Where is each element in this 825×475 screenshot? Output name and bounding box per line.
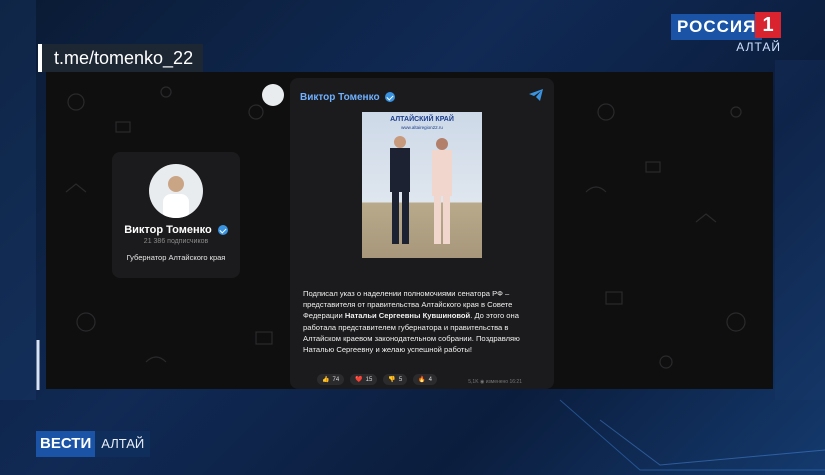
url-caption: t.me/tomenko_22: [38, 44, 204, 72]
eye-icon: ◉: [479, 379, 485, 385]
channel-name: РОССИЯ: [671, 14, 763, 40]
post-photo[interactable]: АЛТАЙСКИЙ КРАЙ www.altairegion22.ru: [362, 112, 482, 258]
edited-time: изменено 16:21: [485, 379, 522, 385]
reaction-bar: 👍 74 ❤️ 15 👎 5 🔥 4: [317, 374, 437, 385]
post-author[interactable]: Виктор Томенко: [300, 92, 396, 103]
reaction-count: 74: [332, 376, 340, 383]
telegram-share-icon[interactable]: [528, 88, 544, 102]
vesti-altai-logo: ВЕСТИ АЛТАЙ: [36, 431, 151, 457]
reaction-thumbs-up[interactable]: 👍 74: [317, 374, 345, 385]
post-text: Подписал указ о наделении полномочиями с…: [303, 288, 543, 355]
verified-icon: [385, 92, 396, 103]
thumbs-up-icon: 👍: [322, 377, 330, 383]
russia1-channel-logo: РОССИЯ 1 АЛТАЙ: [671, 12, 781, 54]
reaction-count: 5: [398, 376, 403, 383]
reaction-count: 4: [428, 376, 432, 383]
post-text-bold: Натальи Сергеевны Кувшиновой: [344, 311, 471, 321]
view-count: 5,1K: [468, 379, 479, 385]
profile-name: Виктор Томенко: [112, 224, 240, 236]
channel-profile-card[interactable]: Виктор Томенко 21 386 подписчиков Губерн…: [112, 152, 240, 278]
news-brand: ВЕСТИ: [36, 431, 96, 457]
reaction-fire[interactable]: 🔥 4: [413, 374, 437, 385]
fire-icon: 🔥: [418, 377, 426, 383]
heart-icon: ❤️: [355, 377, 363, 383]
reaction-heart[interactable]: ❤️ 15: [350, 374, 378, 385]
subscriber-count: 21 386 подписчиков: [143, 238, 209, 245]
profile-bio: Губернатор Алтайского края: [126, 253, 226, 262]
channel-region: АЛТАЙ: [736, 40, 781, 54]
verified-icon: [217, 225, 228, 236]
telegram-screenshot: Виктор Томенко 21 386 подписчиков Губерн…: [46, 72, 773, 389]
photo-figures: [390, 136, 452, 244]
author-avatar[interactable]: [262, 84, 284, 106]
channel-post: Виктор Томенко АЛТАЙСКИЙ КРАЙ www.altair…: [262, 78, 554, 389]
channel-number: 1: [755, 12, 781, 38]
news-region: АЛТАЙ: [95, 431, 151, 457]
profile-name-text: Виктор Томенко: [124, 224, 212, 236]
reaction-count: 15: [365, 376, 373, 383]
post-meta: 5,1K ◉ изменено 16:21: [468, 379, 522, 385]
reaction-thumbs-down[interactable]: 👎 5: [383, 374, 408, 385]
avatar: [149, 164, 203, 218]
post-author-name: Виктор Томенко: [300, 92, 380, 103]
thumbs-down-icon: 👎: [388, 377, 396, 383]
